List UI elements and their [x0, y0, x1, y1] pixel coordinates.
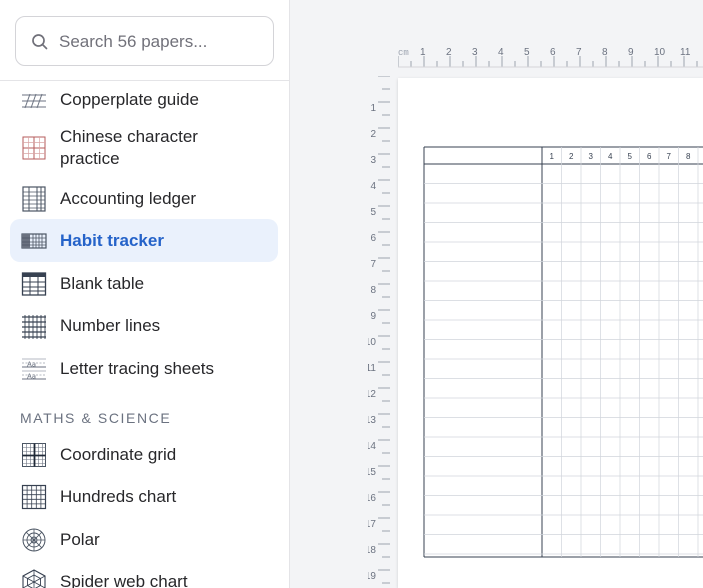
- ruler-tick-label: 18: [368, 545, 376, 556]
- sidebar-item-coordinate-grid[interactable]: Coordinate grid: [10, 438, 278, 472]
- table-icon: [21, 272, 47, 296]
- sidebar-item-hundreds-chart[interactable]: Hundreds chart: [10, 480, 278, 514]
- sidebar-item-blank-table[interactable]: Blank table: [10, 267, 278, 301]
- sidebar-item-label: Accounting ledger: [60, 189, 197, 208]
- sidebar-item-habit-tracker[interactable]: Habit tracker: [10, 219, 278, 262]
- ruler-tick-label: 13: [368, 415, 376, 426]
- ruler-tick-label: 10: [368, 337, 376, 348]
- sidebar-item-number-lines[interactable]: Number lines: [10, 309, 278, 343]
- tracker-day-number: 6: [647, 152, 652, 161]
- sidebar-item-spider-web-chart[interactable]: Spider web chart: [10, 565, 278, 588]
- ruler-tick-label: 5: [524, 47, 530, 58]
- ruler-tick-label: 1: [420, 47, 426, 58]
- horizontal-ruler: cm 1 2 3 4 5 6 7 8 9 10 11: [398, 47, 703, 68]
- ruler-tick-label: 6: [550, 47, 556, 58]
- paper-sidebar: Copperplate guide Chinese character prac…: [0, 0, 290, 588]
- ruler-tick-label: 7: [576, 47, 582, 58]
- ruler-tick-label: 1: [370, 103, 376, 114]
- vertical-ruler: 12345678910111213141516171819: [368, 76, 390, 584]
- sidebar-item-copperplate-guide[interactable]: Copperplate guide: [10, 85, 278, 115]
- ruler-tick-label: 4: [498, 47, 504, 58]
- svg-text:Aa: Aa: [27, 373, 36, 381]
- ruler-tick-label: 19: [368, 571, 376, 582]
- ruler-tick-label: 5: [370, 207, 376, 218]
- search-bar: [0, 0, 289, 81]
- copperplate-icon: [22, 93, 46, 109]
- search-icon: [32, 34, 48, 50]
- habit-tracker-grid: 1 2 3 4 5 6 7 8: [423, 146, 703, 558]
- ruler-tick-label: 3: [472, 47, 478, 58]
- ruler-tick-label: 8: [370, 285, 376, 296]
- ruler-tick-label: 17: [368, 519, 376, 530]
- tracker-day-number: 3: [589, 152, 594, 161]
- ruler-tick-label: 14: [368, 441, 376, 452]
- coordinate-grid-icon: [22, 443, 46, 467]
- tracker-day-number: 1: [550, 152, 555, 161]
- sidebar-item-letter-tracing-sheets[interactable]: Aa Aa Letter tracing sheets: [10, 352, 278, 386]
- sidebar-item-accounting-ledger[interactable]: Accounting ledger: [10, 182, 278, 216]
- habit-tracker-icon: [21, 233, 47, 249]
- ruler-tick-label: 2: [446, 47, 452, 58]
- number-lines-icon: [22, 315, 46, 339]
- ruler-tick-label: 12: [368, 389, 376, 400]
- ruler-tick-label: 4: [370, 181, 376, 192]
- section-heading-maths-science: MATHS & SCIENCE: [20, 410, 172, 426]
- search-input[interactable]: [59, 29, 264, 55]
- ruler-tick-label: 8: [602, 47, 608, 58]
- sidebar-item-label: Copperplate guide: [60, 90, 199, 109]
- tracker-day-number: 7: [667, 152, 672, 161]
- ruler-tick-label: 9: [370, 311, 376, 322]
- sidebar-item-label: Spider web chart: [60, 572, 188, 588]
- tracker-day-number: 8: [686, 152, 691, 161]
- ruler-tick-label: 2: [370, 129, 376, 140]
- sidebar-item-label: Number lines: [60, 316, 161, 335]
- app-window: Copperplate guide Chinese character prac…: [0, 0, 703, 588]
- chinese-grid-icon: [22, 136, 46, 160]
- ruler-tick-label: 11: [680, 47, 691, 58]
- sidebar-item-label: Chinese character practice: [60, 127, 198, 168]
- ruler-unit: cm: [398, 48, 409, 58]
- ruler-tick-label: 9: [628, 47, 634, 58]
- letter-tracing-icon: Aa Aa: [22, 358, 46, 381]
- ruler-tick-label: 7: [370, 259, 376, 270]
- ruler-tick-label: 6: [370, 233, 376, 244]
- sidebar-item-label: Letter tracing sheets: [60, 359, 215, 378]
- sidebar-item-label: Coordinate grid: [60, 445, 177, 464]
- preview-canvas: cm 1234567891011 12345678910111213141516…: [290, 0, 703, 588]
- svg-text:Aa: Aa: [27, 361, 36, 369]
- tracker-day-number: 4: [608, 152, 613, 161]
- ruler-tick-label: 3: [370, 155, 376, 166]
- sidebar-item-label: Hundreds chart: [60, 487, 177, 506]
- sidebar-item-label: Polar: [60, 530, 100, 549]
- ruler-tick-label: 16: [368, 493, 376, 504]
- ruler-tick-label: 10: [654, 47, 666, 58]
- sidebar-item-polar[interactable]: Polar: [10, 523, 278, 557]
- tracker-day-number: 2: [569, 152, 574, 161]
- paper-page: 1 2 3 4 5 6 7 8: [398, 78, 703, 588]
- search-box[interactable]: [15, 16, 274, 66]
- sidebar-item-chinese-character-practice[interactable]: Chinese character practice: [10, 123, 278, 173]
- sidebar-item-label: Habit tracker: [60, 231, 164, 250]
- spider-web-icon: [22, 569, 46, 588]
- ruler-tick-label: 15: [368, 467, 376, 478]
- ledger-icon: [22, 186, 46, 212]
- hundreds-chart-icon: [21, 484, 47, 510]
- tracker-day-number: 5: [628, 152, 633, 161]
- ruler-tick-label: 11: [368, 363, 376, 374]
- polar-icon: [22, 528, 46, 552]
- sidebar-item-label: Blank table: [60, 274, 145, 293]
